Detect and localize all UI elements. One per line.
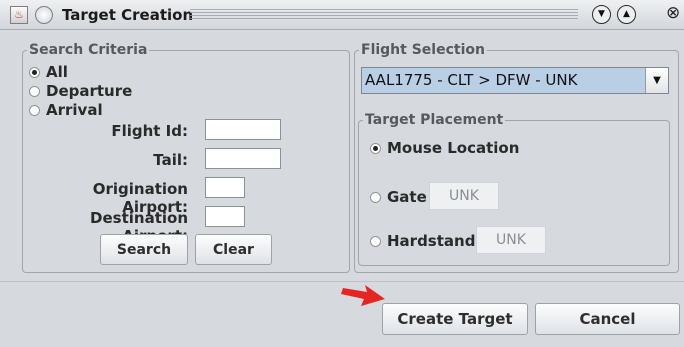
radio-all[interactable]: All [29,63,68,81]
close-icon[interactable]: ⊗ [666,3,680,23]
gate-field[interactable]: UNK [429,182,499,210]
flight-id-label: Flight Id: [111,122,188,140]
chevron-up-icon[interactable]: ▲ [617,5,636,24]
radio-all-label: All [46,63,68,81]
selected-flight-value[interactable]: AAL1775 - CLT > DFW - UNK [362,68,645,93]
radio-hardstand[interactable]: Hardstand [370,232,475,250]
window-title: Target Creation [62,6,194,24]
hardstand-field[interactable]: UNK [476,226,546,254]
window-menu-icon[interactable] [35,6,53,24]
radio-departure-label: Departure [46,82,133,100]
flight-select-combobox[interactable]: AAL1775 - CLT > DFW - UNK ▼ [361,67,669,94]
radio-hardstand-label: Hardstand [387,232,476,250]
clear-button[interactable]: Clear [195,234,272,265]
java-app-icon[interactable]: ♨ [10,6,28,24]
target-placement-legend: Target Placement [365,112,504,128]
radio-arrival-indicator[interactable] [29,104,40,116]
target-creation-window: ♨ Target Creation ▼ ▲ ⊗ Search Criteria … [0,0,684,347]
origination-airport-field[interactable] [205,177,245,198]
radio-gate-indicator[interactable] [370,191,381,203]
create-target-button[interactable]: Create Target [382,303,528,335]
search-button[interactable]: Search [100,234,188,265]
destination-airport-field[interactable] [205,206,245,227]
radio-departure-indicator[interactable] [29,85,40,97]
radio-arrival[interactable]: Arrival [29,101,103,119]
dropdown-arrow-icon[interactable]: ▼ [645,68,668,93]
radio-gate-label: Gate [387,188,427,206]
flight-selection-legend: Flight Selection [361,42,485,58]
search-criteria-legend: Search Criteria [29,42,148,58]
radio-departure[interactable]: Departure [29,82,132,100]
title-grip [190,9,578,20]
radio-gate[interactable]: Gate [370,188,427,206]
radio-hardstand-indicator[interactable] [370,235,381,247]
red-arrow-icon [341,285,385,306]
tail-label: Tail: [153,151,188,169]
radio-mouse-location[interactable]: Mouse Location [370,139,519,157]
chevron-down-icon[interactable]: ▼ [592,5,611,24]
radio-arrival-label: Arrival [46,101,103,119]
tail-field[interactable] [205,148,281,169]
flight-id-field[interactable] [205,119,281,140]
radio-mouse-location-label: Mouse Location [387,139,520,157]
radio-mouse-location-indicator[interactable] [370,142,381,154]
radio-all-indicator[interactable] [29,66,40,78]
cancel-button[interactable]: Cancel [535,303,680,335]
title-bar[interactable]: ♨ Target Creation ▼ ▲ ⊗ [0,0,684,30]
